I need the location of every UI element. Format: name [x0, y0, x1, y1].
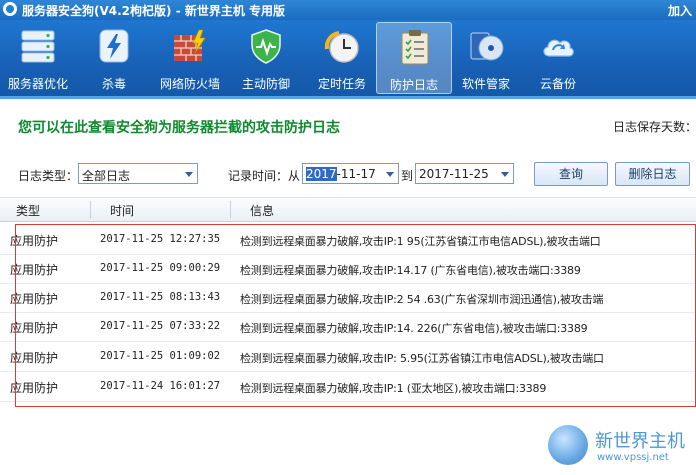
date-from-year-selected: 2017	[306, 167, 337, 181]
tab-active-defense[interactable]: 主动防御	[228, 22, 304, 94]
window-title: 服务器安全狗(V4.2枸杞版) - 新世界主机 专用版	[22, 4, 286, 18]
tab-label: 软件管家	[461, 77, 510, 91]
column-header-time[interactable]: 时间	[110, 202, 134, 219]
record-time-label: 记录时间：从	[228, 169, 301, 183]
clipboard-icon	[401, 30, 429, 65]
to-label: 到	[401, 169, 414, 183]
log-type-label: 日志类型：	[18, 169, 79, 183]
tab-label: 定时任务	[317, 77, 366, 91]
tab-scheduled-task[interactable]: 定时任务	[304, 22, 380, 94]
tab-label: 防护日志	[389, 78, 438, 92]
disc-icon	[470, 32, 504, 61]
shield-icon	[251, 29, 281, 64]
log-type-select[interactable]: 全部日志	[78, 163, 198, 184]
tab-software-manager[interactable]: 软件管家	[448, 22, 524, 94]
tab-server-optimize[interactable]: 服务器优化	[0, 22, 76, 94]
column-header-info[interactable]: 信息	[250, 202, 274, 219]
log-table-header: 类型 时间 信息	[0, 197, 696, 222]
column-divider[interactable]	[230, 201, 231, 218]
clock-icon	[324, 31, 359, 63]
tab-firewall[interactable]: 网络防火墙	[152, 22, 228, 94]
firewall-icon	[174, 29, 206, 61]
log-type-value: 全部日志	[82, 169, 131, 183]
app-logo-icon	[3, 2, 17, 16]
tab-label: 服务器优化	[7, 77, 68, 91]
chevron-down-icon[interactable]	[382, 165, 397, 182]
watermark-logo-icon	[548, 425, 588, 465]
tab-protection-log[interactable]: 防护日志	[376, 22, 452, 94]
date-to-picker[interactable]: 2017-11-25	[415, 163, 514, 184]
join-link[interactable]: 加入	[668, 2, 692, 19]
tab-cloud-backup[interactable]: 云备份	[520, 22, 596, 94]
watermark-text: 新世界主机	[595, 431, 685, 452]
tab-label: 主动防御	[241, 77, 290, 91]
title-bar: 服务器安全狗(V4.2枸杞版) - 新世界主机 专用版 加入	[0, 0, 696, 20]
chevron-down-icon[interactable]	[181, 165, 196, 182]
page-headline: 您可以在此查看安全狗为服务器拦截的攻击防护日志	[18, 120, 340, 136]
cloud-icon	[543, 39, 574, 57]
tab-label: 云备份	[539, 77, 576, 91]
date-to-value: 2017-11-25	[419, 167, 489, 181]
keep-days-label: 日志保存天数：	[613, 120, 696, 134]
watermark-url: www.vpssj.net	[597, 452, 669, 463]
highlight-annotation-box	[15, 224, 696, 407]
query-button[interactable]: 查询	[534, 162, 608, 186]
tab-antivirus[interactable]: 杀毒	[76, 22, 152, 94]
toolbar-divider	[0, 96, 696, 99]
chevron-down-icon[interactable]	[497, 165, 512, 182]
column-header-type[interactable]: 类型	[16, 202, 40, 219]
main-toolbar: 服务器优化 杀毒 网络防火墙 主动防御 定时任务 防护日志 软件管家 云备份	[0, 20, 696, 96]
lightning-icon	[99, 29, 129, 63]
date-from-rest: -11-17	[336, 167, 376, 181]
delete-log-button[interactable]: 删除日志	[615, 162, 690, 186]
tab-label: 杀毒	[101, 77, 126, 91]
server-icon	[21, 30, 55, 63]
tab-label: 网络防火墙	[159, 77, 220, 91]
date-from-picker[interactable]: 2017-11-17	[302, 163, 399, 184]
column-divider[interactable]	[90, 201, 91, 218]
